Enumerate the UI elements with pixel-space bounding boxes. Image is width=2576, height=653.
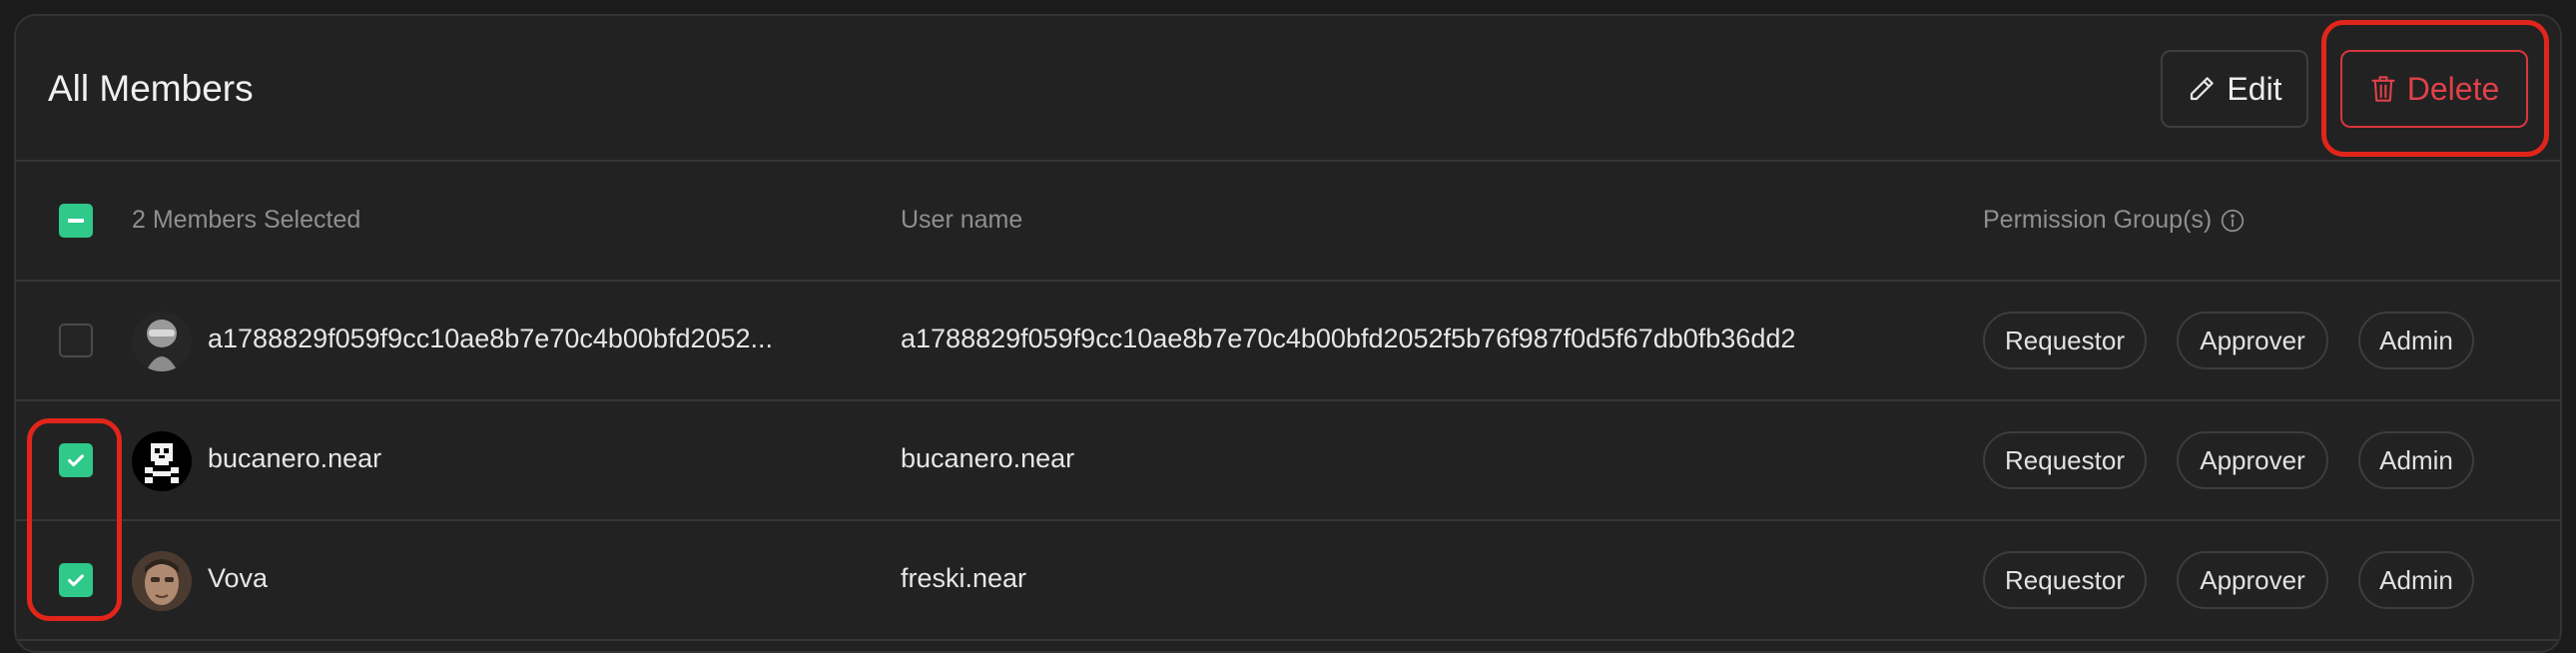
avatar: [132, 312, 192, 371]
minus-icon: [68, 219, 84, 223]
member-name: a1788829f059f9cc10ae8b7e70c4b00bfd2052..…: [208, 324, 774, 353]
column-header-permissions-label: Permission Group(s): [1983, 206, 2213, 234]
delete-button[interactable]: Delete: [2340, 50, 2528, 128]
column-header-permissions: Permission Group(s): [1983, 206, 2246, 235]
table-row: a1788829f059f9cc10ae8b7e70c4b00bfd2052..…: [16, 282, 2560, 401]
row-checkbox[interactable]: [59, 324, 93, 357]
delete-button-label: Delete: [2406, 70, 2500, 107]
role-pill-requestor[interactable]: Requestor: [1983, 431, 2147, 489]
table-row: Vova freski.near Requestor Approver Admi…: [16, 521, 2560, 641]
avatar: [132, 431, 192, 491]
table-header-row: 2 Members Selected User name Permission …: [16, 162, 2560, 282]
info-icon[interactable]: [2220, 208, 2246, 234]
row-checkbox[interactable]: [59, 443, 93, 477]
role-pill-approver[interactable]: Approver: [2177, 312, 2328, 369]
user-name: freski.near: [901, 563, 1027, 593]
member-name: Vova: [208, 563, 269, 593]
select-all-checkbox[interactable]: [59, 204, 93, 238]
page-title: All Members: [48, 68, 254, 109]
checkmark-icon: [68, 454, 84, 467]
role-pill-approver[interactable]: Approver: [2177, 551, 2328, 609]
selection-summary: 2 Members Selected: [132, 206, 361, 234]
edit-button[interactable]: Edit: [2161, 50, 2308, 128]
column-header-username: User name: [901, 206, 1023, 234]
member-name: bucanero.near: [208, 443, 382, 473]
user-name: a1788829f059f9cc10ae8b7e70c4b00bfd2052f5…: [901, 324, 1796, 353]
panel-header: All Members Edit Delete: [16, 16, 2560, 162]
role-pill-admin[interactable]: Admin: [2358, 431, 2474, 489]
pencil-icon: [2191, 77, 2215, 101]
trash-icon: [2371, 76, 2395, 102]
table-row: bucanero.near bucanero.near Requestor Ap…: [16, 401, 2560, 521]
role-pill-requestor[interactable]: Requestor: [1983, 551, 2147, 609]
checkmark-icon: [68, 574, 84, 587]
role-pill-admin[interactable]: Admin: [2358, 551, 2474, 609]
role-pill-admin[interactable]: Admin: [2358, 312, 2474, 369]
members-panel: All Members Edit Delete 2 Members Select…: [14, 14, 2562, 653]
avatar: [132, 551, 192, 611]
edit-button-label: Edit: [2227, 70, 2282, 107]
row-checkbox[interactable]: [59, 563, 93, 597]
user-name: bucanero.near: [901, 443, 1075, 473]
role-pill-approver[interactable]: Approver: [2177, 431, 2328, 489]
role-pill-requestor[interactable]: Requestor: [1983, 312, 2147, 369]
